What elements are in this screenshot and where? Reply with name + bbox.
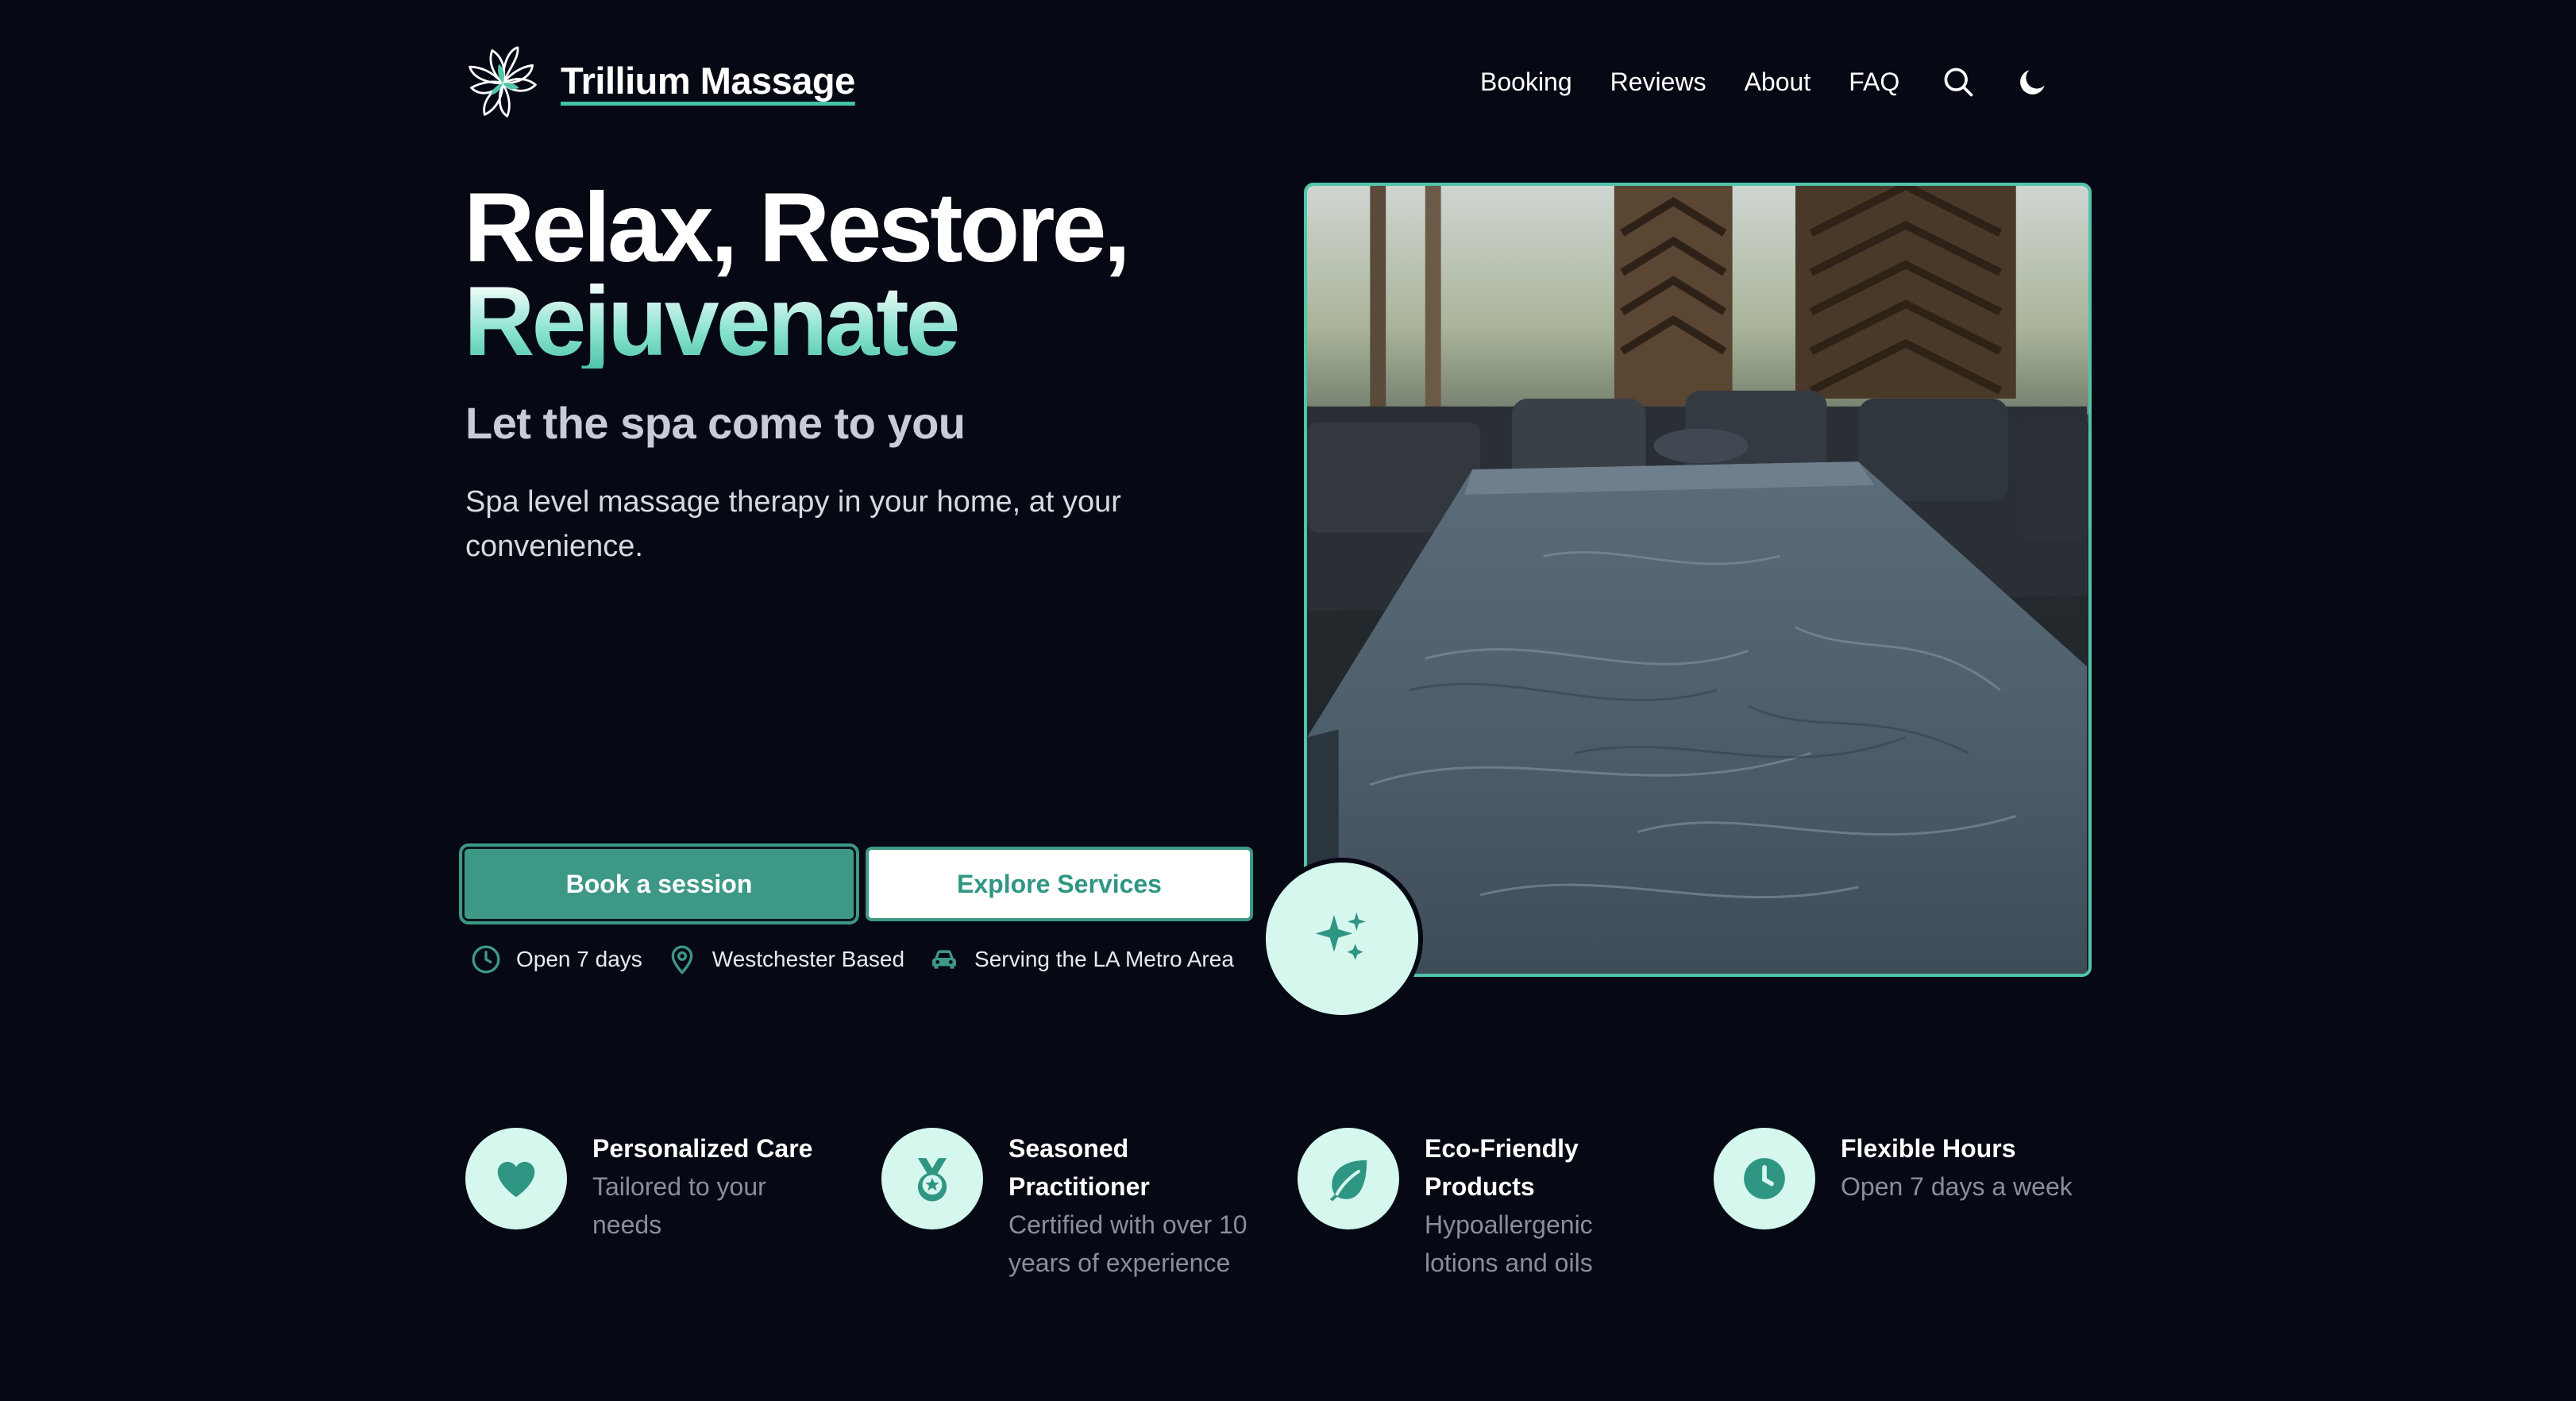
hero-description: Spa level massage therapy in your home, … <box>465 485 1121 563</box>
feature-description: Tailored to your needs <box>592 1172 766 1239</box>
clock-icon <box>472 945 500 974</box>
feature-icon-circle <box>465 1128 567 1229</box>
feature-title: Seasoned Practitioner <box>1008 1134 1150 1201</box>
moon-icon[interactable] <box>2015 64 2050 99</box>
main-nav: Booking Reviews About FAQ <box>1480 62 2050 102</box>
explore-services-button[interactable]: Explore Services <box>866 847 1253 921</box>
hero-photo <box>1304 183 2092 977</box>
hero-title: Relax, Restore, Rejuvenate <box>464 179 1131 376</box>
feature-personalized-care: Personalized Care Tailored to your needs <box>465 1128 831 1244</box>
feature-icon-circle <box>1714 1128 1815 1229</box>
brand-name[interactable]: Trillium Massage <box>561 59 855 106</box>
feature-text: Eco-Friendly Products Hypoallergenic lot… <box>1425 1128 1663 1282</box>
brand[interactable]: Trillium Massage <box>465 44 855 119</box>
fact-open-days: Open 7 days <box>470 944 642 975</box>
search-button[interactable] <box>1941 64 1976 99</box>
nav-faq-link[interactable]: FAQ <box>1849 62 1899 102</box>
nav-booking-link[interactable]: Booking <box>1480 62 1572 102</box>
sparkles-icon <box>1315 912 1366 960</box>
nav-about-link[interactable]: About <box>1745 62 1811 102</box>
trillium-flower-logo <box>469 46 537 118</box>
fact-service-area: Serving the LA Metro Area <box>928 944 1234 975</box>
feature-title: Eco-Friendly Products <box>1425 1134 1579 1201</box>
feature-description: Certified with over 10 years of experien… <box>1008 1210 1248 1277</box>
fact-label: Open 7 days <box>516 947 642 971</box>
feature-title: Personalized Care <box>592 1134 813 1163</box>
fact-location: Westchester Based <box>666 944 904 975</box>
heart-icon <box>497 1161 535 1198</box>
search-icon[interactable] <box>1941 64 1976 99</box>
fact-label: Westchester Based <box>711 947 905 971</box>
feature-eco-friendly: Eco-Friendly Products Hypoallergenic lot… <box>1298 1128 1663 1282</box>
landing-page: Trillium Massage Booking Reviews About F… <box>0 0 2576 1401</box>
fact-label: Serving the LA Metro Area <box>974 947 1234 971</box>
feature-text: Flexible Hours Open 7 days a week <box>1841 1128 2111 1229</box>
massage-table-photo <box>1307 186 2088 974</box>
feature-text: Personalized Care Tailored to your needs <box>592 1128 831 1244</box>
car-icon <box>932 950 957 969</box>
sparkles-badge <box>1266 863 1418 1015</box>
feature-seasoned-practitioner: Seasoned Practitioner Certified with ove… <box>881 1128 1271 1282</box>
feature-description: Open 7 days a week <box>1841 1172 2073 1201</box>
feature-flexible-hours: Flexible Hours Open 7 days a week <box>1714 1128 2111 1229</box>
hero-subtitle: Let the spa come to you <box>465 398 966 448</box>
feature-description: Hypoallergenic lotions and oils <box>1425 1210 1593 1277</box>
hero-title-line2: Rejuvenate <box>464 267 961 376</box>
medal-icon <box>917 1158 947 1202</box>
theme-toggle-button[interactable] <box>2015 64 2050 99</box>
location-pin-icon <box>671 945 693 975</box>
clock-icon <box>1744 1158 1785 1199</box>
book-session-button[interactable]: Book a session <box>462 847 856 921</box>
nav-reviews-link[interactable]: Reviews <box>1610 62 1706 102</box>
feature-title: Flexible Hours <box>1841 1134 2016 1163</box>
hero-facts: Open 7 days Westchester Based Serving th… <box>470 944 1258 975</box>
feature-icon-circle <box>881 1128 983 1229</box>
feature-text: Seasoned Practitioner Certified with ove… <box>1008 1128 1271 1282</box>
leaf-icon <box>1329 1160 1367 1202</box>
feature-icon-circle <box>1298 1128 1399 1229</box>
